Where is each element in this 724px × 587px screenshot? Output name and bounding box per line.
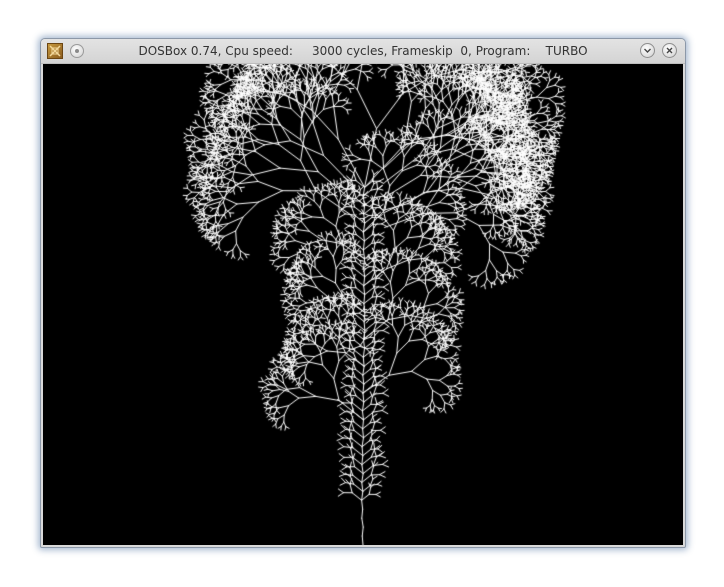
- title-bar[interactable]: DOSBox 0.74, Cpu speed: 3000 cycles, Fra…: [41, 39, 685, 64]
- dosbox-icon[interactable]: [47, 43, 63, 59]
- window-menu-icon[interactable]: [70, 44, 84, 58]
- close-icon[interactable]: [662, 43, 677, 58]
- fractal-tree-drawing: [43, 64, 683, 545]
- window-title: DOSBox 0.74, Cpu speed: 3000 cycles, Fra…: [138, 44, 588, 58]
- dosbox-window: DOSBox 0.74, Cpu speed: 3000 cycles, Fra…: [40, 38, 686, 548]
- dos-screen[interactable]: [43, 64, 683, 545]
- chevron-down-icon[interactable]: [640, 43, 655, 58]
